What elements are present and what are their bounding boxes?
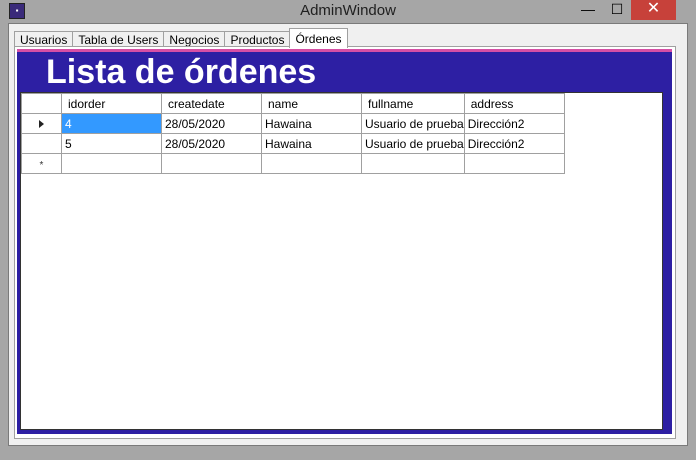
- column-header-createdate[interactable]: createdate: [161, 93, 262, 114]
- column-header-address[interactable]: address: [463, 93, 565, 114]
- client-area: Usuarios Tabla de Users Negocios Product…: [8, 23, 688, 446]
- grid-cell[interactable]: Dirección2: [463, 113, 565, 134]
- row-header[interactable]: *: [21, 153, 62, 174]
- column-header-fullname[interactable]: fullname: [361, 93, 465, 114]
- row-header[interactable]: [21, 133, 62, 154]
- grid-header-row: idorder createdate name fullname address: [21, 93, 565, 114]
- tab-ordenes[interactable]: Órdenes: [289, 28, 348, 48]
- row-indicator-arrow-icon: [39, 120, 44, 129]
- orders-panel: Lista de órdenes idorder createdate name…: [17, 49, 672, 434]
- admin-window: ▪ AdminWindow — ☐ ✕ Usuarios Tabla de Us…: [0, 0, 696, 460]
- orders-grid[interactable]: idorder createdate name fullname address…: [21, 93, 565, 174]
- grid-cell[interactable]: Hawaina: [261, 133, 362, 154]
- tab-page-ordenes: Lista de órdenes idorder createdate name…: [14, 46, 676, 439]
- grid-cell[interactable]: 4: [61, 113, 162, 134]
- minimize-button[interactable]: —: [573, 0, 603, 20]
- grid-cell[interactable]: [261, 153, 362, 174]
- column-header-idorder[interactable]: idorder: [61, 93, 162, 114]
- data-grid-container[interactable]: idorder createdate name fullname address…: [20, 92, 663, 430]
- grid-cell[interactable]: Dirección2: [463, 133, 565, 154]
- grid-cell[interactable]: Usuario de prueba: [361, 113, 465, 134]
- grid-cell[interactable]: Hawaina: [261, 113, 362, 134]
- tab-strip: Usuarios Tabla de Users Negocios Product…: [14, 28, 348, 48]
- grid-cell[interactable]: [161, 153, 262, 174]
- title-bar[interactable]: ▪ AdminWindow — ☐ ✕: [0, 0, 696, 22]
- column-header-name[interactable]: name: [261, 93, 362, 114]
- row-header-corner[interactable]: [21, 93, 62, 114]
- grid-cell[interactable]: Usuario de prueba: [361, 133, 465, 154]
- grid-cell[interactable]: 5: [61, 133, 162, 154]
- table-row[interactable]: 4 28/05/2020 Hawaina Usuario de prueba D…: [21, 113, 565, 134]
- grid-cell[interactable]: [463, 153, 565, 174]
- maximize-button[interactable]: ☐: [603, 0, 631, 20]
- new-row[interactable]: *: [21, 153, 565, 174]
- page-title: Lista de órdenes: [46, 53, 317, 91]
- close-button[interactable]: ✕: [631, 0, 676, 20]
- row-header[interactable]: [21, 113, 62, 134]
- grid-cell[interactable]: 28/05/2020: [161, 133, 262, 154]
- grid-cell[interactable]: 28/05/2020: [161, 113, 262, 134]
- new-row-marker-icon: *: [39, 159, 44, 171]
- grid-cell[interactable]: [61, 153, 162, 174]
- grid-cell[interactable]: [361, 153, 465, 174]
- table-row[interactable]: 5 28/05/2020 Hawaina Usuario de prueba D…: [21, 133, 565, 154]
